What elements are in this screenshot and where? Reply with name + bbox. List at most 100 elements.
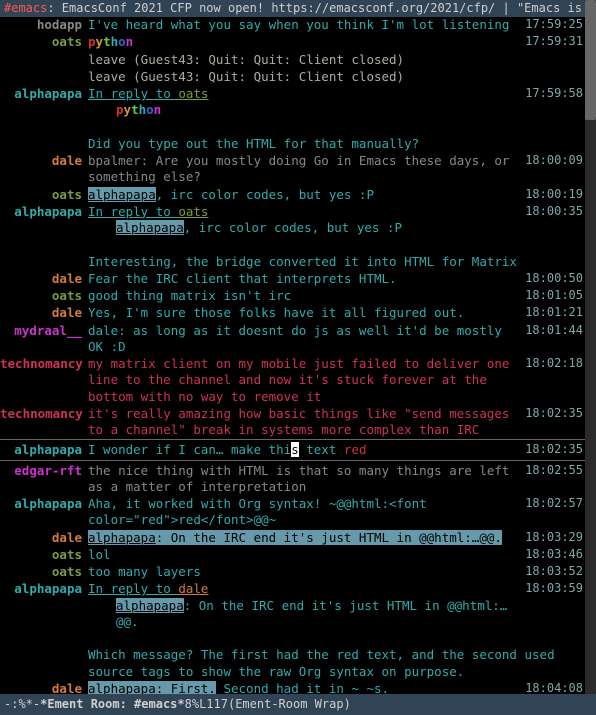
title-bar: #emacs: EmacsConf 2021 CFP now open! htt… [0,0,596,17]
nick: edgar-rft [0,463,88,479]
mode-line: -:%*- *Ement Room: #emacs* 8% L117 (Emen… [0,694,596,715]
message-row: daleFear the IRC client that interprets … [0,271,585,288]
nick: alphapapa [0,86,88,102]
timestamp: 18:04:08 [519,681,583,694]
message-body: leave (Guest43: Quit: Quit: Client close… [88,52,577,68]
nick: technomancy [0,406,88,422]
message-body: Aha, it worked with Org syntax! ~@@html:… [88,496,519,529]
timestamp: 18:00:35 [519,204,583,220]
timestamp: 18:01:44 [519,323,583,339]
channel-name: #emacs [4,1,47,15]
timestamp: 18:03:52 [519,564,583,580]
timestamp: 18:03:46 [519,547,583,563]
nick: dale [0,153,88,169]
message-row: dalealphapapa: On the IRC end it's just … [0,530,585,547]
message-body: the nice thing with HTML is that so many… [88,463,519,496]
nick: alphapapa [0,496,88,512]
timestamp: 18:01:05 [519,288,583,304]
modeline-percent: 8% [185,697,199,713]
message-row: alphapapaAha, it worked with Org syntax!… [0,496,585,530]
message-body: it's really amazing how basic things lik… [88,406,519,439]
modeline-mode: (Ement-Room Wrap) [228,697,351,713]
message-body: bpalmer: Are you mostly doing Go in Emac… [88,153,519,186]
message-body: leave (Guest43: Quit: Quit: Client close… [88,69,577,85]
nick: hodapp [0,17,88,33]
message-body: I wonder if I can… make this text red [88,442,519,458]
message-row: leave (Guest43: Quit: Quit: Client close… [0,69,585,86]
message-row: Interesting, the bridge converted it int… [0,237,585,271]
message-row: alphapapaIn reply to dalealphapapa: On t… [0,581,585,631]
message-body: I've heard what you say when you think I… [88,17,519,33]
scrollbar-thumb[interactable] [585,0,596,120]
message-row: Did you type out the HTML for that manua… [0,120,585,154]
message-body: my matrix client on my mobile just faile… [88,356,519,405]
nick: oats [0,288,88,304]
timestamp: 18:02:57 [519,496,583,512]
message-body: In reply to dalealphapapa: On the IRC en… [88,581,519,630]
message-row: technomancymy matrix client on my mobile… [0,356,585,406]
nick: technomancy [0,356,88,372]
message-row: daleYes, I'm sure those folks have it al… [0,305,585,322]
reply-header[interactable]: In reply to oats [88,86,208,102]
message-body: good thing matrix isn't irc [88,288,519,304]
modeline-status: -:%*- [4,697,40,713]
message-row: oatstoo many layers18:03:52 [0,564,585,581]
timestamp: 18:01:21 [519,305,583,321]
timestamp: 18:02:35 [519,406,583,422]
message-body: alphapapa, irc color codes, but yes :P [88,187,519,203]
nick: alphapapa [0,204,88,220]
message-body: python [88,34,519,50]
message-row: mydraal__dale: as long as it doesnt do j… [0,323,585,357]
reply-header[interactable]: In reply to oats [88,204,208,220]
modeline-line: L117 [199,697,228,713]
message-row: leave (Guest43: Quit: Quit: Client close… [0,52,585,69]
timestamp: 18:02:18 [519,356,583,372]
nick: dale [0,271,88,287]
message-row: alphapapaIn reply to oatspython17:59:58 [0,86,585,120]
timestamp: 18:00:19 [519,187,583,203]
nick: alphapapa [0,581,88,597]
message-row: oatsalphapapa, irc color codes, but yes … [0,187,585,204]
timestamp: 18:00:50 [519,271,583,287]
message-body: dale: as long as it doesnt do js as well… [88,323,519,356]
message-body: alphapapa: First. Second had it in ~ ~s. [88,681,519,694]
reply-header[interactable]: In reply to dale [88,581,208,597]
message-row: alphapapaI wonder if I can… make this te… [0,439,585,459]
message-row: oatslol18:03:46 [0,547,585,564]
timestamp: 17:59:31 [519,34,583,50]
nick: oats [0,34,88,50]
message-row: hodappI've heard what you say when you t… [0,17,585,34]
message-row: dalebpalmer: Are you mostly doing Go in … [0,153,585,187]
timestamp: 18:02:55 [519,463,583,479]
message-row: oatspython17:59:31 [0,34,585,51]
message-body: Yes, I'm sure those folks have it all fi… [88,305,519,321]
message-row: alphapapaIn reply to oatsalphapapa, irc … [0,204,585,238]
nick: oats [0,547,88,563]
timestamp: 17:59:58 [519,86,583,102]
nick: oats [0,564,88,580]
message-body: Fear the IRC client that interprets HTML… [88,271,519,287]
message-row: oatsgood thing matrix isn't irc18:01:05 [0,288,585,305]
timestamp: 18:02:35 [519,442,583,458]
nick: dale [0,681,88,694]
nick: mydraal__ [0,323,88,339]
message-list[interactable]: hodappI've heard what you say when you t… [0,17,585,694]
nick: oats [0,187,88,203]
message-body: In reply to oatsalphapapa, irc color cod… [88,204,519,237]
message-body: In reply to oatspython [88,86,519,119]
message-row: Which message? The first had the red tex… [0,631,585,681]
message-body: alphapapa: On the IRC end it's just HTML… [88,530,519,546]
message-row: technomancyit's really amazing how basic… [0,406,585,440]
message-body: too many layers [88,564,519,580]
timestamp: 18:03:59 [519,581,583,597]
timestamp: 18:00:09 [519,153,583,169]
message-row: dalealphapapa: First. Second had it in ~… [0,681,585,694]
nick: dale [0,530,88,546]
topic-text: : EmacsConf 2021 CFP now open! https://e… [47,1,596,15]
message-body: Did you type out the HTML for that manua… [88,120,577,153]
nick: dale [0,305,88,321]
timestamp: 17:59:25 [519,17,583,33]
scrollbar[interactable] [585,0,596,694]
timestamp: 18:03:29 [519,530,583,546]
message-body: Interesting, the bridge converted it int… [88,237,577,270]
